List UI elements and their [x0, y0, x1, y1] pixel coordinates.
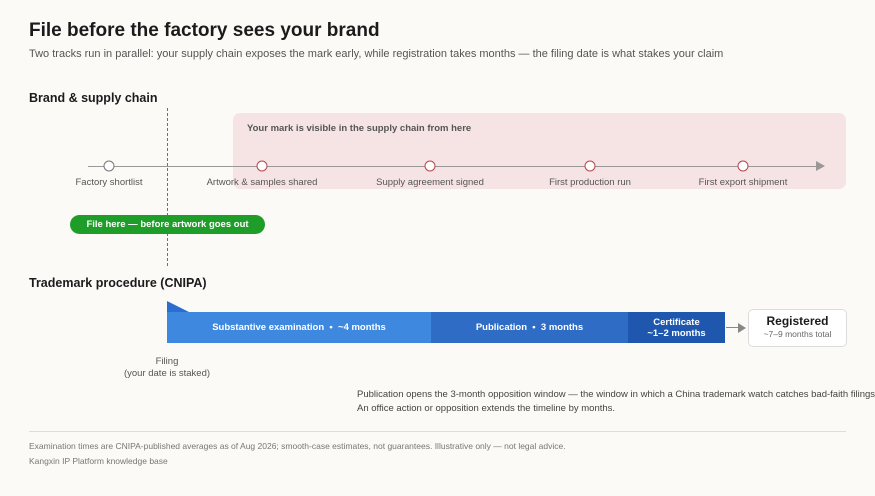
- stage-duration: 3 months: [540, 322, 584, 333]
- stage-name: Certificate: [653, 316, 700, 328]
- milestone-dot-first-production: [584, 160, 596, 172]
- filing-label-sub: (your date is staked): [123, 368, 211, 379]
- registered-box: Registered ~7–9 months total: [748, 309, 847, 347]
- stage-duration: ~4 months: [338, 322, 386, 333]
- procedure-arrow-icon: [738, 322, 746, 333]
- footer-source: Kangxin IP Platform knowledge base: [29, 456, 168, 466]
- filing-date-line: [167, 108, 168, 266]
- stage-substantive-examination: Substantive examination • ~4 months: [167, 312, 431, 343]
- milestone-label-supply-agreement: Supply agreement signed: [376, 177, 484, 188]
- page-subtitle: Two tracks run in parallel: your supply …: [29, 48, 724, 60]
- milestone-label-factory-shortlist: Factory shortlist: [75, 177, 143, 188]
- supply-chain-heading: Brand & supply chain: [29, 91, 158, 105]
- registered-duration: ~7–9 months total: [763, 329, 832, 339]
- milestone-dot-artwork-samples: [256, 160, 268, 172]
- filing-label: Filing (your date is staked): [124, 356, 210, 380]
- file-here-badge: File here — before artwork goes out: [70, 215, 265, 234]
- page-title: File before the factory sees your brand: [29, 20, 380, 41]
- milestone-dot-factory-shortlist: [103, 160, 115, 172]
- procedure-heading: Trademark procedure (CNIPA): [29, 276, 207, 290]
- milestone-dot-supply-agreement: [424, 160, 436, 172]
- milestone-label-first-production: First production run: [549, 177, 631, 188]
- supply-chain-timeline: [88, 165, 818, 167]
- footer-disclaimer: Examination times are CNIPA-published av…: [29, 441, 566, 451]
- stage-name: Substantive examination: [212, 322, 325, 333]
- filing-label-title: Filing: [155, 356, 179, 367]
- milestone-label-artwork-samples: Artwork & samples shared: [206, 177, 318, 188]
- footer-divider: [29, 431, 846, 432]
- milestone-dot-first-export: [737, 160, 749, 172]
- milestone-label-first-export: First export shipment: [698, 177, 788, 188]
- exposure-label: Your mark is visible in the supply chain…: [247, 123, 472, 134]
- stage-certificate: Certificate ~1–2 months: [628, 312, 725, 343]
- timeline-extension-note: An office action or opposition extends t…: [357, 403, 616, 414]
- timeline-arrow-icon: [816, 161, 825, 171]
- stage-name: Publication: [475, 322, 528, 333]
- publication-note: Publication opens the 3-month opposition…: [357, 389, 875, 400]
- stage-duration: ~1–2 months: [647, 327, 706, 339]
- stage-publication: Publication • 3 months: [431, 312, 628, 343]
- registered-title: Registered: [766, 314, 829, 328]
